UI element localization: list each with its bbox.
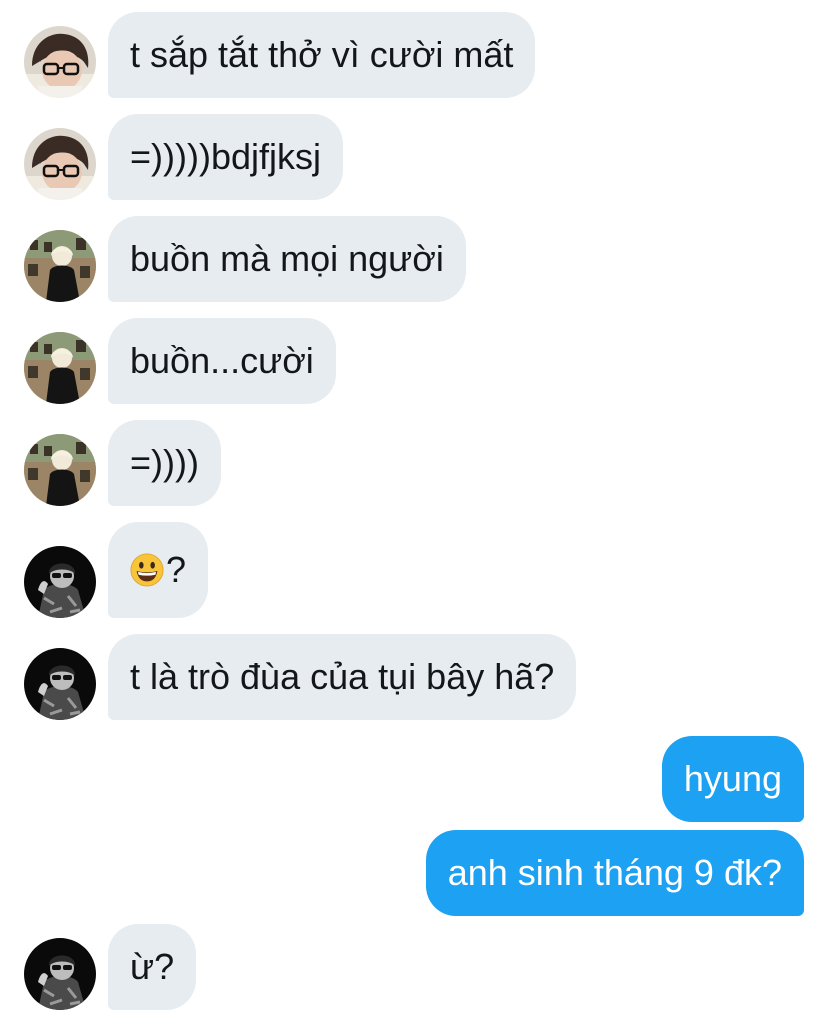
message-bubble-outgoing[interactable]: hyung [661, 736, 804, 822]
message-bubble[interactable]: =)))))bdjfjksj [108, 114, 344, 200]
avatar-user-dark[interactable] [24, 648, 96, 720]
message-bubble[interactable]: t sắp tắt thở vì cười mất [108, 12, 536, 98]
message-bubble[interactable]: ? [108, 522, 209, 618]
message-bubble-outgoing[interactable]: anh sinh tháng 9 đk? [425, 830, 804, 916]
message-text: =)))) [130, 442, 199, 483]
avatar-user-glasses[interactable] [24, 128, 96, 200]
message-text: ừ? [130, 946, 175, 987]
message-text: anh sinh tháng 9 đk? [447, 852, 782, 893]
avatar-photo-icon [24, 332, 96, 404]
avatar-user-blonde[interactable] [24, 434, 96, 506]
message-bubble[interactable]: t là trò đùa của tụi bây hã? [108, 634, 577, 720]
message-text: buồn mà mọi người [130, 238, 444, 279]
avatar-photo-icon [24, 648, 96, 720]
avatar-photo-icon [24, 128, 96, 200]
message-text: =)))))bdjfjksj [130, 136, 322, 177]
avatar-user-blonde[interactable] [24, 332, 96, 404]
avatar-photo-icon [24, 26, 96, 98]
chat-thread: t sắp tắt thở vì cười mất =)))))bdjfjksj… [0, 0, 828, 1015]
avatar-photo-icon [24, 230, 96, 302]
message-bubble[interactable]: ừ? [108, 924, 197, 1010]
avatar-photo-icon [24, 434, 96, 506]
message-text: hyung [683, 758, 782, 799]
message-bubble[interactable]: buồn mà mọi người [108, 216, 466, 302]
avatar-user-glasses[interactable] [24, 26, 96, 98]
message-text: t sắp tắt thở vì cười mất [130, 34, 514, 75]
message-text: t là trò đùa của tụi bây hã? [130, 656, 555, 697]
avatar-photo-icon [24, 938, 96, 1010]
grinning-face-emoji-icon [130, 553, 164, 587]
avatar-user-dark[interactable] [24, 546, 96, 618]
message-text: buồn...cười [130, 340, 314, 381]
avatar-user-blonde[interactable] [24, 230, 96, 302]
message-bubble[interactable]: buồn...cười [108, 318, 336, 404]
avatar-user-dark[interactable] [24, 938, 96, 1010]
message-text: ? [166, 549, 187, 590]
avatar-photo-icon [24, 546, 96, 618]
message-bubble[interactable]: =)))) [108, 420, 221, 506]
